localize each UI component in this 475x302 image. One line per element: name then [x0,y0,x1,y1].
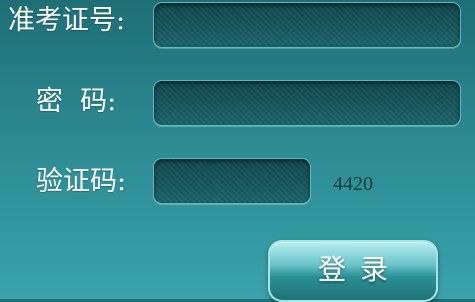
exam-id-input[interactable] [153,2,461,48]
captcha-input[interactable] [153,158,311,204]
login-button[interactable]: 登录 [268,240,438,302]
captcha-label: 验证码: [36,166,127,197]
captcha-code[interactable]: 4420 [333,172,373,196]
password-label: 密 码: [36,86,117,117]
password-input[interactable] [153,80,461,126]
exam-id-label: 准考证号: [8,5,126,36]
